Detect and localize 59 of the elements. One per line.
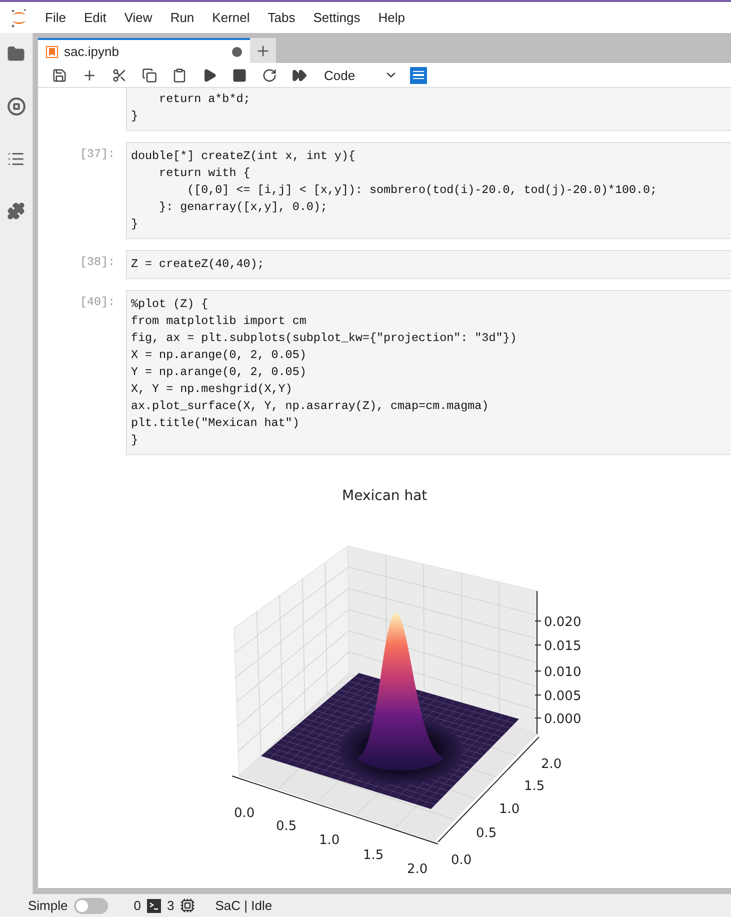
restart-icon (262, 68, 276, 82)
cell-type-dropdown[interactable]: Code (314, 64, 404, 86)
menu-item[interactable]: Settings (304, 10, 370, 25)
add-cell-icon (82, 68, 96, 82)
run-icon (202, 68, 216, 82)
menu-item[interactable]: Run (161, 10, 204, 25)
new-tab-button[interactable] (250, 38, 276, 63)
axis-tick-label: 0.5 (476, 826, 497, 841)
axis-tick-label: 1.5 (363, 848, 384, 863)
code-cell[interactable]: double[*] createZ(int x, int y){ return with { ([0,0] <= [i,j] < [x,y]): sombrero(tod(i)-20.0, tod(j)-20.0)*100.0; }: genarray([x,y], 0.0); } (126, 142, 731, 239)
property-inspector-icon[interactable] (410, 66, 427, 84)
fast-forward-icon (292, 68, 306, 82)
copy-icon (142, 68, 156, 82)
list-icon[interactable] (7, 150, 25, 168)
folder-icon[interactable] (7, 45, 25, 63)
axis-tick-label: 1.5 (524, 779, 545, 794)
stop-icon (232, 68, 246, 82)
code-cell[interactable]: Z = createZ(40,40); (126, 250, 731, 279)
menu-item[interactable]: File (36, 10, 75, 25)
save-icon (52, 68, 66, 82)
kernel-status: SaC | Idle (215, 898, 272, 913)
menu-item[interactable]: Edit (74, 10, 116, 25)
axis-tick-label: 0.020 (544, 615, 582, 630)
stop-circle-icon[interactable] (6, 97, 26, 116)
cut-icon (112, 68, 126, 82)
unsaved-dot-icon (232, 46, 242, 56)
axis-tick-label: 2.0 (407, 862, 428, 877)
notebook-tab[interactable]: sac.ipynb (38, 38, 250, 63)
simple-mode-toggle[interactable] (74, 898, 108, 914)
axis-tick-label: 0.5 (276, 819, 297, 834)
plus-icon (255, 42, 271, 58)
terminal-count: 0 (134, 898, 141, 913)
cell-prompt: [38]: (80, 254, 116, 271)
cell-prompt: [37]: (80, 146, 116, 163)
kernel-count: 3 (166, 898, 174, 913)
puzzle-icon[interactable] (7, 202, 25, 220)
code-cell[interactable]: return a*b*d; } (126, 88, 731, 131)
axis-tick-label: 0.010 (544, 665, 582, 680)
axis-tick-label: 0.005 (544, 689, 582, 704)
menu-item[interactable]: View (115, 10, 162, 25)
paste-icon (172, 68, 186, 82)
menu-item[interactable]: Tabs (258, 10, 304, 25)
axis-tick-label: 1.0 (499, 802, 520, 817)
mode-label: Simple (28, 898, 68, 913)
jupyter-logo[interactable] (10, 8, 28, 28)
axis-tick-label: 2.0 (541, 757, 562, 772)
plot-title: Mexican hat (342, 488, 428, 504)
chip-icon (180, 898, 196, 913)
notebook-icon (46, 46, 58, 58)
menu-item[interactable]: Kernel (203, 10, 259, 25)
axis-tick-label: 1.0 (319, 833, 340, 848)
menu-item[interactable]: Help (369, 10, 414, 25)
axis-tick-label: 0.000 (544, 712, 582, 727)
code-cell[interactable]: %plot (Z) { from matplotlib import cm fig, ax = plt.subplots(subplot_kw={"projection": "3d"}) X = np.arange(0, 2, 0.05) Y = np.arange(0, 2, 0.05) X, Y = np.meshgrid(X,Y) ax.plot_surface(X, Y, np.asarray(Z), cmap=cm.magma) plt.title("Mexican hat") } (126, 290, 731, 455)
axis-tick-label: 0.015 (544, 639, 582, 654)
axis-tick-label: 0.0 (451, 853, 472, 868)
cell-prompt: [40]: (80, 294, 116, 311)
terminal-icon (146, 898, 161, 912)
axis-tick-label: 0.0 (234, 806, 255, 821)
